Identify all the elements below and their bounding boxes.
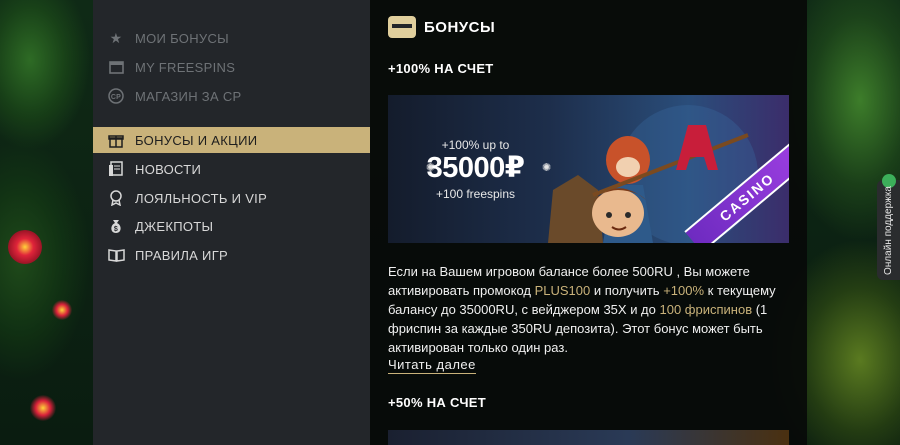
banner-amount: 35000₽: [426, 152, 525, 184]
bonus-percent: +100%: [663, 283, 705, 298]
sidebar: ★ МОИ БОНУСЫ MY FREESPINS CP МАГАЗИН ЗА …: [93, 0, 370, 445]
red-flower-decoration: [52, 300, 72, 320]
desc-text: и получить: [590, 283, 664, 298]
sidebar-item-label: MY FREESPINS: [135, 59, 236, 75]
gift-icon: [107, 131, 125, 149]
page-header: БОНУСЫ: [388, 16, 495, 38]
bonuses-content: БОНУСЫ +100% НА СЧЕТ ✺ ✺ +100% up to 350…: [370, 0, 807, 445]
medal-icon: [107, 189, 125, 207]
sidebar-item-my-freespins[interactable]: MY FREESPINS: [93, 54, 370, 80]
sidebar-item-cp-shop[interactable]: CP МАГАЗИН ЗА CP: [93, 83, 370, 109]
sidebar-item-loyalty-vip[interactable]: ЛОЯЛЬНОСТЬ И VIP: [93, 185, 370, 211]
book-icon: [107, 246, 125, 264]
sidebar-item-label: ПРАВИЛА ИГР: [135, 247, 228, 263]
calendar-icon: [107, 58, 125, 76]
news-icon: [107, 160, 125, 178]
sidebar-item-label: БОНУСЫ И АКЦИИ: [135, 132, 258, 148]
sidebar-item-news[interactable]: НОВОСТИ: [93, 156, 370, 182]
promo-code: PLUS100: [534, 283, 591, 298]
money-bag-icon: $: [107, 217, 125, 235]
red-flower-decoration: [30, 395, 56, 421]
online-support-tab[interactable]: Онлайн поддержка: [877, 174, 900, 280]
read-more-link[interactable]: Читать далее: [388, 357, 476, 374]
bonus-banner[interactable]: ✺ ✺ +100% up to 35000₽ +100 freespins CA…: [388, 95, 789, 243]
sidebar-item-bonuses-promos[interactable]: БОНУСЫ И АКЦИИ: [93, 127, 370, 153]
sidebar-item-label: МАГАЗИН ЗА CP: [135, 88, 242, 104]
svg-text:CP: CP: [111, 94, 121, 101]
bonus-banner-2[interactable]: [388, 430, 789, 445]
bonus-description: Если на Вашем игровом балансе более 500R…: [388, 262, 793, 357]
page-title: БОНУСЫ: [424, 18, 496, 36]
sidebar-item-game-rules[interactable]: ПРАВИЛА ИГР: [93, 242, 370, 268]
wallet-icon: [388, 16, 416, 38]
cp-coin-icon: CP: [107, 87, 125, 105]
sidebar-item-label: МОИ БОНУСЫ: [135, 30, 229, 46]
sidebar-item-label: ЛОЯЛЬНОСТЬ И VIP: [135, 190, 268, 206]
section-title: +50% НА СЧЕТ: [388, 395, 487, 410]
sidebar-item-my-bonuses[interactable]: ★ МОИ БОНУСЫ: [93, 25, 370, 51]
freespins-count: 100 фриспинов: [659, 302, 753, 317]
sidebar-item-label: ДЖЕКПОТЫ: [135, 218, 214, 234]
sidebar-item-label: НОВОСТИ: [135, 161, 202, 177]
sidebar-item-jackpots[interactable]: $ ДЖЕКПОТЫ: [93, 213, 370, 239]
support-label: Онлайн поддержка: [883, 185, 895, 275]
red-flower-decoration: [8, 230, 42, 264]
star-icon: ★: [109, 29, 123, 46]
banner-line3: +100 freespins: [435, 187, 516, 201]
svg-text:$: $: [114, 226, 118, 233]
section-title: +100% НА СЧЕТ: [388, 61, 494, 76]
